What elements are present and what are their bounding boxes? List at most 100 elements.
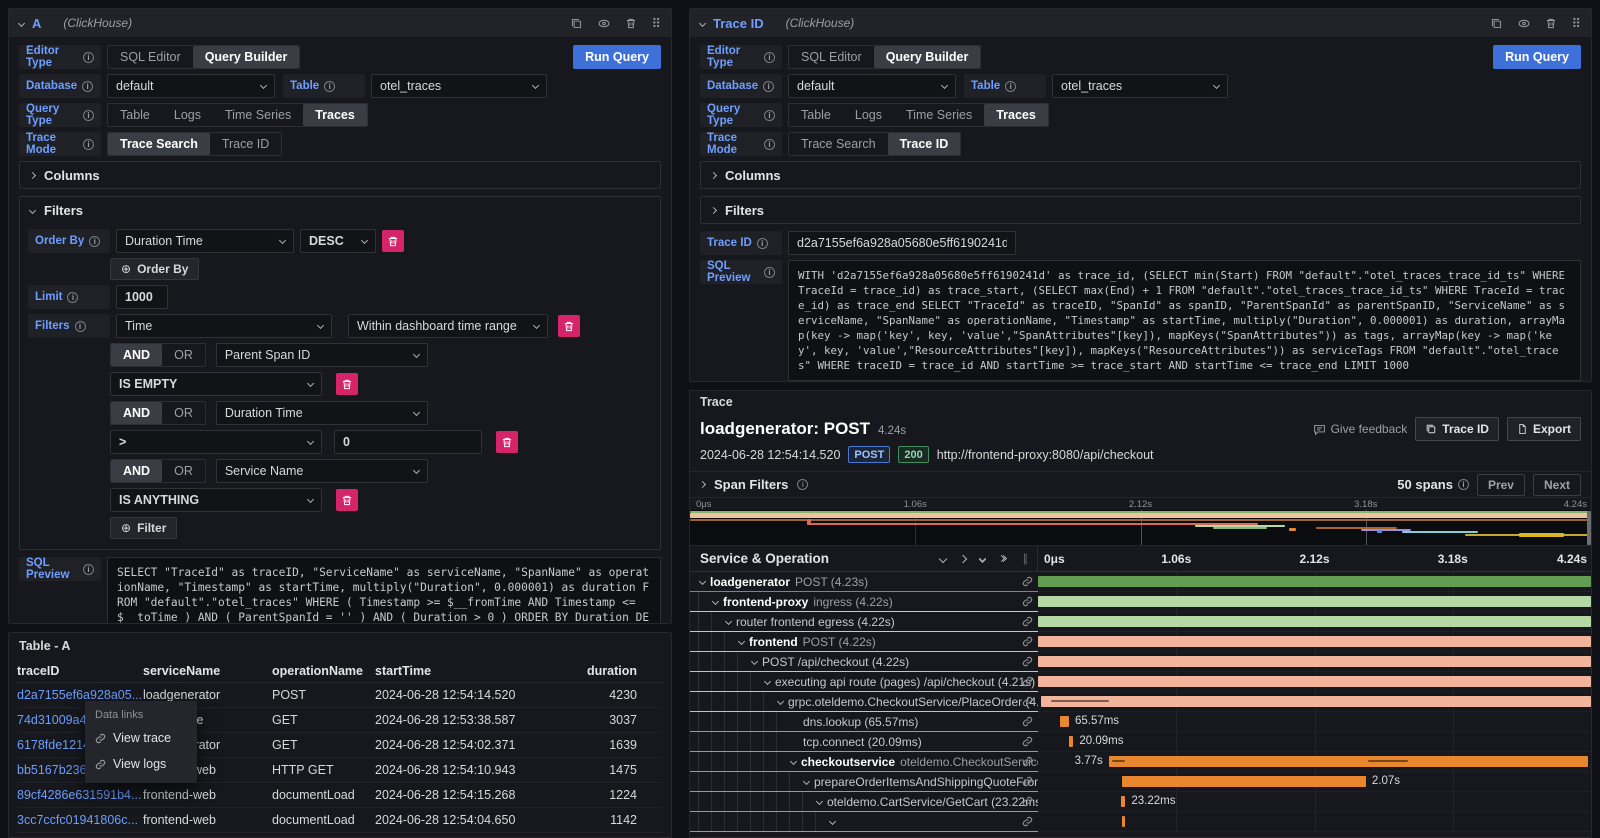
info-icon[interactable] [83, 564, 94, 575]
add-filter-button[interactable]: ⊕Filter [110, 517, 177, 539]
info-icon[interactable] [75, 321, 86, 332]
span-bar[interactable] [1122, 816, 1125, 827]
info-icon[interactable] [763, 81, 774, 92]
span-bar[interactable] [1122, 776, 1366, 787]
span-name[interactable]: executing api route (pages) /api/checkou… [690, 672, 1038, 692]
hide-response-icon[interactable] [1517, 17, 1531, 30]
tab-trace-id[interactable]: Trace ID [210, 133, 281, 155]
span-name[interactable]: frontendPOST (4.22s) [690, 632, 1038, 652]
filter-value-input[interactable] [334, 430, 482, 454]
duplicate-query-icon[interactable] [1490, 17, 1503, 30]
span-name[interactable]: frontend-proxyingress (4.22s) [690, 592, 1038, 612]
span-bar[interactable] [1109, 756, 1588, 767]
span-name[interactable]: grpc.oteldemo.CheckoutService/PlaceOrder… [690, 692, 1038, 712]
trace-id-link[interactable]: d2a7155ef6a928a05... [17, 688, 143, 702]
tab-time-series[interactable]: Time Series [894, 104, 984, 126]
database-select[interactable]: default [788, 74, 956, 98]
span-link-icon[interactable] [1022, 716, 1033, 727]
span-link-icon[interactable] [1022, 776, 1033, 787]
table-select[interactable]: otel_traces [371, 74, 547, 98]
span-bar[interactable] [1041, 696, 1591, 707]
filter-field-select[interactable]: Duration Time [216, 401, 428, 425]
span-link-icon[interactable] [1022, 636, 1033, 647]
span-bar[interactable] [1038, 656, 1591, 667]
filter-operator-select[interactable]: IS EMPTY [110, 372, 322, 396]
tab-table[interactable]: Table [108, 104, 162, 126]
or-option[interactable]: OR [162, 344, 205, 366]
span-row[interactable]: frontend-proxyingress (4.22s) [690, 592, 1591, 612]
tab-traces[interactable]: Traces [303, 104, 367, 126]
span-bar[interactable] [1038, 576, 1591, 587]
and-option[interactable]: AND [111, 402, 162, 424]
span-link-icon[interactable] [1022, 796, 1033, 807]
delete-query-icon[interactable] [625, 17, 637, 30]
collapse-query-icon[interactable] [18, 19, 25, 26]
duplicate-query-icon[interactable] [570, 17, 583, 30]
next-button[interactable]: Next [1533, 474, 1581, 496]
filter-operator-select[interactable]: IS ANYTHING [110, 488, 322, 512]
tab-sql-editor[interactable]: SQL Editor [789, 46, 874, 68]
and-option[interactable]: AND [111, 344, 162, 366]
info-icon[interactable] [764, 139, 775, 150]
span-row[interactable] [690, 812, 1591, 832]
table-select[interactable]: otel_traces [1052, 74, 1228, 98]
order-by-direction-select[interactable]: DESC [300, 229, 376, 253]
tab-query-builder[interactable]: Query Builder [874, 46, 981, 68]
collapse-query-icon[interactable] [699, 19, 706, 26]
filter-field-select[interactable]: Service Name [216, 459, 428, 483]
span-link-icon[interactable] [1022, 816, 1033, 827]
info-icon[interactable] [83, 110, 94, 121]
span-link-icon[interactable] [1022, 616, 1033, 627]
span-link-icon[interactable] [1022, 576, 1033, 587]
span-link-icon[interactable] [1022, 676, 1033, 687]
chevron-down-icon[interactable] [751, 658, 758, 665]
column-header[interactable]: operationName [272, 664, 375, 678]
tab-trace-search[interactable]: Trace Search [108, 133, 210, 155]
span-row[interactable]: loadgeneratorPOST (4.23s) [690, 572, 1591, 592]
span-row[interactable]: router frontend egress (4.22s) [690, 612, 1591, 632]
span-row[interactable]: frontendPOST (4.22s) [690, 632, 1591, 652]
span-name[interactable]: oteldemo.CartService/GetCart (23.22ms) [690, 792, 1038, 812]
chevron-down-icon[interactable] [699, 578, 706, 585]
span-name[interactable]: router frontend egress (4.22s) [690, 612, 1038, 632]
info-icon[interactable] [757, 238, 768, 249]
remove-order-by-button[interactable] [382, 230, 404, 252]
chevron-down-icon[interactable] [738, 638, 745, 645]
run-query-button[interactable]: Run Query [573, 45, 661, 69]
chevron-down-icon[interactable] [777, 698, 784, 705]
span-row[interactable]: executing api route (pages) /api/checkou… [690, 672, 1591, 692]
chevron-down-icon[interactable] [816, 798, 823, 805]
expand-all-icon[interactable] [999, 556, 1006, 561]
span-name[interactable]: dns.lookup (65.57ms) [690, 712, 1038, 732]
view-logs-link[interactable]: View logs [85, 751, 197, 777]
span-name[interactable]: loadgeneratorPOST (4.23s) [690, 572, 1038, 592]
tab-traces[interactable]: Traces [984, 104, 1048, 126]
span-row[interactable]: tcp.connect (20.09ms)20.09ms [690, 732, 1591, 752]
tab-logs[interactable]: Logs [843, 104, 894, 126]
tab-time-series[interactable]: Time Series [213, 104, 303, 126]
filters-section-header[interactable]: Filters [701, 197, 1580, 223]
span-name[interactable]: checkoutserviceoteldemo.CheckoutService/… [690, 752, 1038, 772]
info-icon[interactable] [764, 110, 775, 121]
column-resize-handle[interactable]: ∥ [1020, 552, 1032, 565]
span-link-icon[interactable] [1022, 696, 1033, 707]
remove-filter-button[interactable] [336, 373, 358, 395]
remove-filter-button[interactable] [558, 315, 580, 337]
chevron-down-icon[interactable] [725, 618, 732, 625]
info-icon[interactable] [797, 479, 808, 490]
collapse-one-icon[interactable] [938, 554, 946, 562]
span-link-icon[interactable] [1022, 596, 1033, 607]
tab-trace-id[interactable]: Trace ID [888, 133, 961, 155]
tab-sql-editor[interactable]: SQL Editor [108, 46, 193, 68]
info-icon[interactable] [1458, 479, 1469, 490]
info-icon[interactable] [89, 236, 100, 247]
chevron-right-icon[interactable] [699, 481, 706, 488]
drag-handle-icon[interactable]: ⠿ [1571, 17, 1581, 30]
drag-handle-icon[interactable]: ⠿ [651, 17, 661, 30]
filter-field-select[interactable]: Parent Span ID [216, 343, 428, 367]
info-icon[interactable] [67, 292, 78, 303]
trace-id-link[interactable]: 89cf4286e631591b4... [17, 788, 143, 802]
span-row[interactable]: POST /api/checkout (4.22s) [690, 652, 1591, 672]
span-row[interactable]: prepareOrderItemsAndShippingQuoteFromCar… [690, 772, 1591, 792]
columns-section-header[interactable]: Columns [701, 162, 1580, 188]
